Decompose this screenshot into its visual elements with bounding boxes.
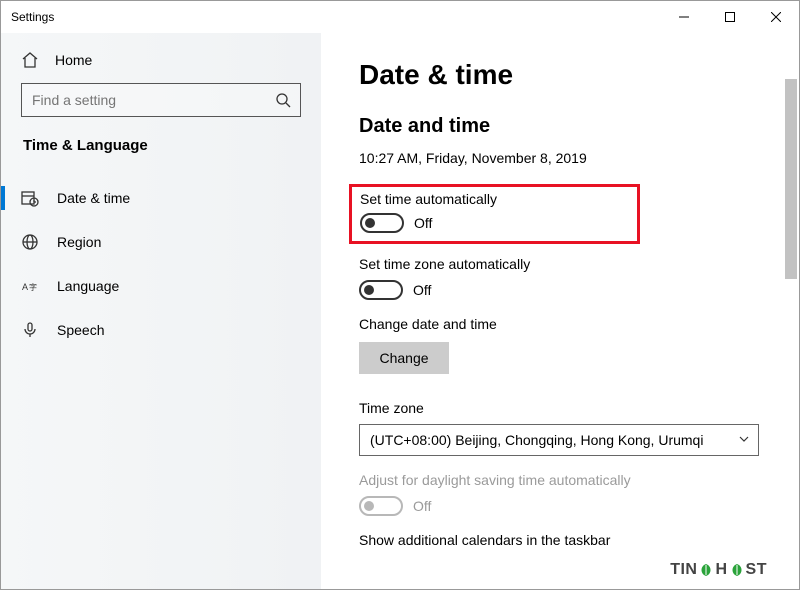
set-tz-auto-toggle-row: Off (359, 280, 779, 300)
language-icon: A字 (21, 277, 39, 295)
dst-auto-toggle-row: Off (359, 496, 779, 516)
change-datetime-label: Change date and time (359, 316, 779, 332)
sidebar-item-speech[interactable]: Speech (1, 308, 301, 352)
scrollbar-thumb[interactable] (785, 79, 797, 279)
page-title: Date & time (359, 59, 779, 91)
minimize-button[interactable] (661, 1, 707, 33)
sidebar: Home Time & Language Date & time Region … (1, 33, 321, 589)
change-button[interactable]: Change (359, 342, 449, 374)
highlight-annotation: Set time automatically Off (349, 184, 640, 244)
search-input[interactable] (32, 92, 274, 108)
leaf-icon (698, 562, 714, 578)
maximize-button[interactable] (707, 1, 753, 33)
home-icon (21, 51, 39, 69)
dst-auto-toggle (359, 496, 403, 516)
set-time-auto-label: Set time automatically (360, 191, 497, 207)
sidebar-section-label: Time & Language (21, 137, 301, 154)
chevron-down-icon (738, 432, 750, 448)
scrollbar[interactable] (783, 33, 799, 589)
titlebar: Settings (1, 1, 799, 33)
close-icon (771, 12, 781, 22)
watermark-brand: TIN H ST (670, 561, 767, 579)
set-tz-auto-state: Off (413, 282, 431, 298)
dst-auto-state: Off (413, 498, 431, 514)
set-time-auto-toggle-row: Off (360, 213, 497, 233)
minimize-icon (679, 12, 689, 22)
set-tz-auto-block: Set time zone automatically Off (359, 256, 779, 300)
close-button[interactable] (753, 1, 799, 33)
maximize-icon (725, 12, 735, 22)
home-label: Home (55, 52, 92, 68)
timezone-block: Time zone (UTC+08:00) Beijing, Chongqing… (359, 400, 779, 456)
additional-calendars-label: Show additional calendars in the taskbar (359, 532, 779, 548)
sidebar-item-language[interactable]: A字 Language (1, 264, 301, 308)
content: Date & time Date and time 10:27 AM, Frid… (321, 33, 799, 589)
set-tz-auto-toggle[interactable] (359, 280, 403, 300)
microphone-icon (21, 321, 39, 339)
dst-auto-block: Adjust for daylight saving time automati… (359, 472, 779, 516)
sidebar-home[interactable]: Home (21, 47, 301, 83)
svg-text:字: 字 (29, 282, 37, 292)
current-datetime: 10:27 AM, Friday, November 8, 2019 (359, 150, 779, 166)
window-controls (661, 1, 799, 33)
sidebar-item-label: Language (57, 278, 119, 294)
search-icon (274, 91, 292, 109)
svg-text:A: A (22, 282, 28, 292)
set-time-auto-state: Off (414, 215, 432, 231)
set-tz-auto-label: Set time zone automatically (359, 256, 779, 272)
change-datetime-block: Change date and time Change (359, 316, 779, 384)
sidebar-item-label: Speech (57, 322, 104, 338)
subheading: Date and time (359, 115, 779, 138)
globe-icon (21, 233, 39, 251)
dst-auto-label: Adjust for daylight saving time automati… (359, 472, 779, 488)
brand-part1: TIN (670, 561, 697, 579)
brand-part3: ST (746, 561, 767, 579)
timezone-label: Time zone (359, 400, 779, 416)
sidebar-item-label: Date & time (57, 190, 130, 206)
main-area: Home Time & Language Date & time Region … (1, 33, 799, 589)
search-box[interactable] (21, 83, 301, 117)
calendar-clock-icon (21, 189, 39, 207)
brand-part2: H (715, 561, 727, 579)
set-time-auto-toggle[interactable] (360, 213, 404, 233)
sidebar-item-region[interactable]: Region (1, 220, 301, 264)
window-title: Settings (11, 10, 54, 24)
timezone-dropdown[interactable]: (UTC+08:00) Beijing, Chongqing, Hong Kon… (359, 424, 759, 456)
sidebar-item-date-time[interactable]: Date & time (1, 176, 301, 220)
sidebar-item-label: Region (57, 234, 101, 250)
timezone-value: (UTC+08:00) Beijing, Chongqing, Hong Kon… (370, 432, 703, 448)
leaf-icon (729, 562, 745, 578)
